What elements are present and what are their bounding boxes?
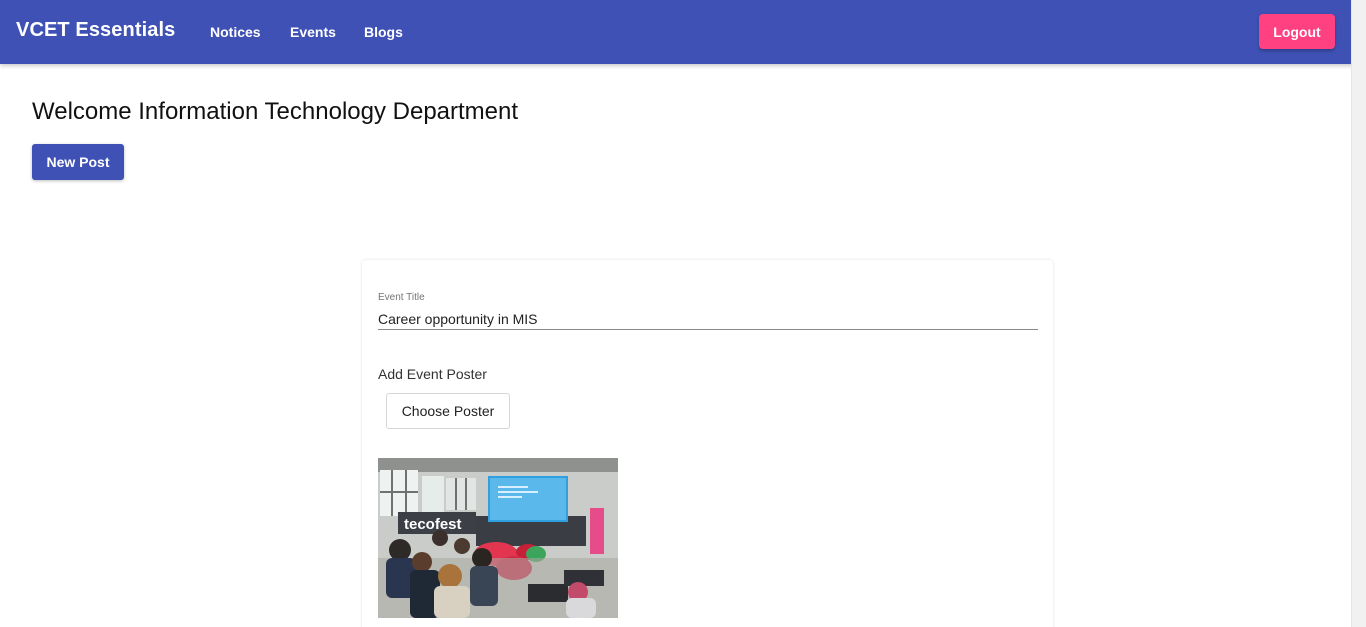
- event-title-label: Event Title: [378, 292, 425, 303]
- new-post-button[interactable]: New Post: [32, 144, 124, 180]
- nav-link-notices[interactable]: Notices: [210, 24, 261, 40]
- logout-button[interactable]: Logout: [1259, 14, 1335, 49]
- app-title[interactable]: VCET Essentials: [16, 19, 175, 42]
- choose-poster-button[interactable]: Choose Poster: [386, 393, 510, 429]
- add-event-poster-label: Add Event Poster: [378, 366, 487, 382]
- nav-link-events[interactable]: Events: [290, 24, 336, 40]
- page-title: Welcome Information Technology Departmen…: [32, 98, 519, 125]
- event-form-card: Event Title Add Event Poster Choose Post…: [362, 260, 1053, 627]
- poster-sign-text: tecofest: [404, 516, 462, 533]
- event-title-input[interactable]: [378, 308, 1038, 330]
- page-scrollbar[interactable]: [1351, 0, 1366, 627]
- top-app-bar: VCET Essentials Notices Events Blogs Log…: [0, 0, 1366, 64]
- event-poster-image: tecofest: [378, 458, 618, 618]
- nav-link-blogs[interactable]: Blogs: [364, 24, 403, 40]
